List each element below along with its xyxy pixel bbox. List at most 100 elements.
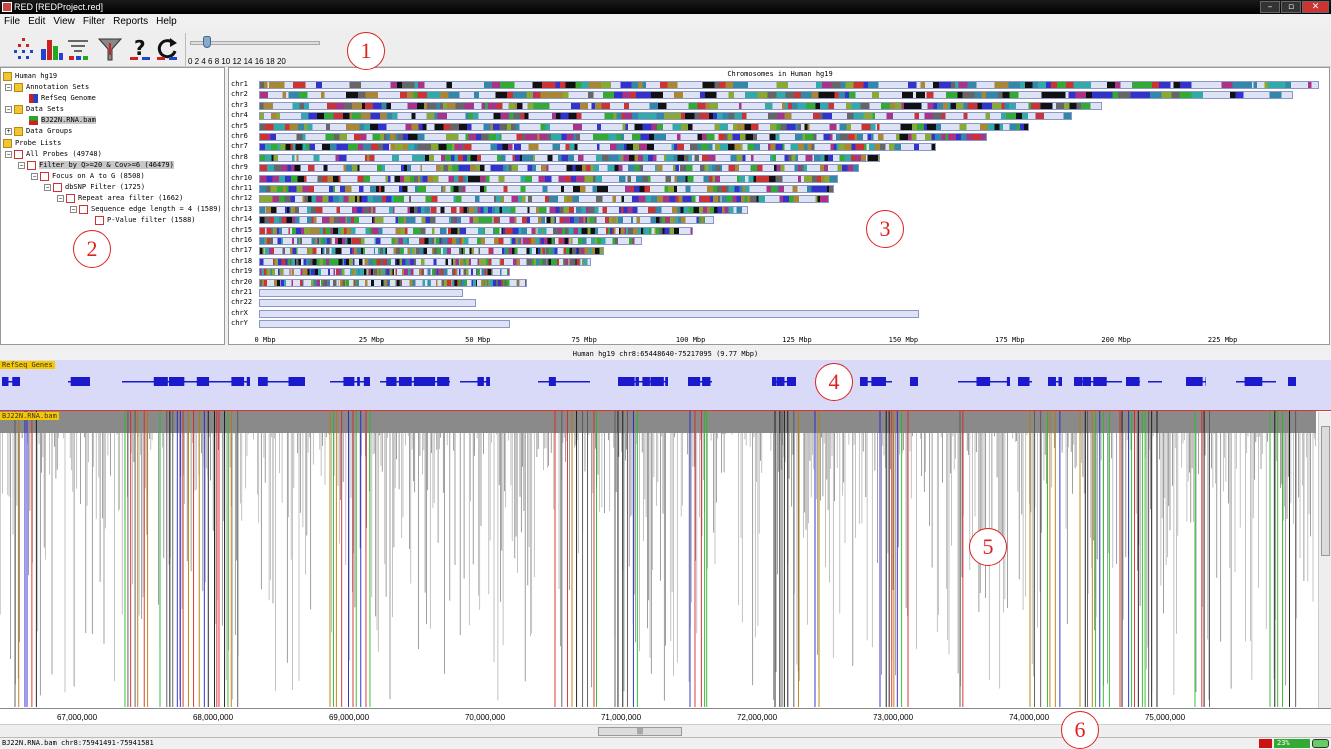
chromosome-bar[interactable] — [259, 122, 1030, 131]
gene-exon[interactable] — [357, 377, 360, 386]
gene-exon[interactable] — [1018, 377, 1030, 386]
gene-exon[interactable] — [288, 377, 305, 386]
tree-filter-pvalue[interactable]: P-Value filter (1588) — [95, 215, 196, 226]
gene-exon[interactable] — [413, 377, 436, 386]
slider-thumb[interactable] — [203, 36, 211, 48]
data-track[interactable]: BJ22N.RNA.bam — [0, 410, 1331, 708]
probe-generator-icon[interactable] — [10, 35, 38, 63]
gene-exon[interactable] — [860, 377, 868, 386]
chromosome-bar[interactable] — [259, 164, 860, 173]
gene-exon[interactable] — [1093, 377, 1107, 386]
tree-icon[interactable] — [64, 35, 92, 63]
gene-exon[interactable] — [618, 377, 635, 386]
vertical-scrollbar[interactable] — [1318, 412, 1331, 708]
tree-all-probes[interactable]: − All Probes (49748) — [5, 149, 102, 160]
gene-exon[interactable] — [665, 377, 668, 386]
gene-exon[interactable] — [258, 377, 268, 386]
gene-exon[interactable] — [1288, 377, 1296, 386]
tree-filter-dbsnp[interactable]: − dbSNP Filter (1725) — [44, 182, 145, 193]
menu-reports[interactable]: Reports — [109, 14, 152, 29]
close-button[interactable]: ✕ — [1302, 1, 1329, 13]
chromosome-bar[interactable] — [259, 133, 987, 141]
menu-file[interactable]: File — [0, 14, 24, 29]
gene-exon[interactable] — [1126, 377, 1140, 386]
gene-track[interactable]: RefSeq Genes — [0, 360, 1331, 410]
horizontal-scroll-thumb[interactable]: ||| — [598, 727, 682, 736]
chromosome-bar[interactable] — [259, 205, 749, 214]
collapse-icon[interactable]: − — [57, 194, 64, 202]
gene-exon[interactable] — [153, 377, 168, 386]
gene-exon[interactable] — [477, 377, 484, 386]
threshold-slider[interactable]: 0 2 4 6 8 10 12 14 16 18 20 — [185, 33, 325, 66]
chromosome-bar[interactable] — [259, 81, 1319, 89]
gene-exon[interactable] — [196, 377, 210, 386]
chromosome-view[interactable]: Chromosomes in Human hg19 chr1 chr2 chr3 ch… — [228, 67, 1330, 345]
gene-exon[interactable] — [910, 377, 918, 386]
gene-exon[interactable] — [2, 377, 9, 386]
maximize-button[interactable]: ▫ — [1281, 1, 1301, 13]
chromosome-bar[interactable] — [259, 226, 694, 235]
gene-exon[interactable] — [486, 377, 490, 386]
gene-exon[interactable] — [169, 377, 185, 386]
gene-exon[interactable] — [1048, 377, 1056, 386]
chromosome-bar[interactable] — [259, 299, 477, 308]
gene-exon[interactable] — [1006, 377, 1010, 386]
tree-dataset-bam[interactable]: BJ22N.RNA.bam — [29, 115, 96, 126]
gene-exon[interactable] — [12, 377, 20, 386]
chromosome-bar[interactable] — [259, 101, 1102, 110]
tree-data-groups[interactable]: + Data Groups — [5, 126, 72, 137]
gene-exon[interactable] — [635, 377, 639, 386]
tree-annotation-sets[interactable]: − Annotation Sets — [5, 82, 89, 93]
refresh-icon[interactable] — [153, 35, 181, 63]
chromosome-bar[interactable] — [259, 320, 511, 329]
gene-exon[interactable] — [702, 377, 711, 386]
gene-exon[interactable] — [1082, 377, 1092, 386]
tree-probe-lists[interactable]: Probe Lists — [3, 138, 61, 149]
gene-exon[interactable] — [343, 377, 355, 386]
chromosome-bar[interactable] — [259, 289, 464, 297]
gene-exon[interactable] — [437, 377, 450, 386]
chromosome-bar[interactable] — [259, 112, 1072, 121]
expand-icon[interactable]: + — [5, 127, 12, 135]
gene-exon[interactable] — [772, 377, 777, 386]
tree-filter-quality[interactable]: − Filter by Q>=20 & Cov>=6 (46479) — [18, 160, 174, 171]
gene-exon[interactable] — [231, 377, 245, 386]
gene-exon[interactable] — [1244, 377, 1263, 386]
chromosome-bar[interactable] — [259, 185, 834, 193]
collapse-icon[interactable]: − — [5, 83, 12, 91]
collapse-icon[interactable]: − — [44, 183, 51, 191]
chromosome-bar[interactable] — [259, 91, 1294, 100]
menu-view[interactable]: View — [49, 14, 79, 29]
gene-exon[interactable] — [398, 377, 412, 386]
tree-filter-a-to-g[interactable]: − Focus on A to G (8508) — [31, 171, 145, 182]
collapse-icon[interactable]: − — [18, 161, 25, 169]
tree-root[interactable]: Human hg19 — [3, 71, 57, 82]
chromosome-bar[interactable] — [259, 237, 643, 245]
gene-exon[interactable] — [650, 377, 664, 386]
chromosome-bar[interactable] — [259, 216, 715, 225]
histogram-icon[interactable] — [38, 35, 66, 63]
chromosome-bar[interactable] — [259, 257, 591, 266]
vertical-scroll-thumb[interactable] — [1321, 426, 1330, 556]
gene-exon[interactable] — [70, 377, 90, 386]
tree-filter-edge[interactable]: − Sequence edge length = 4 (1589) — [70, 204, 222, 215]
gene-exon[interactable] — [363, 377, 370, 386]
collapse-icon[interactable]: − — [31, 172, 38, 180]
gene-exon[interactable] — [1058, 377, 1062, 386]
filter-icon[interactable] — [96, 35, 124, 63]
chromosome-bar[interactable] — [259, 309, 919, 318]
horizontal-scrollbar[interactable]: ||| — [0, 724, 1331, 737]
gene-exon[interactable] — [786, 377, 796, 386]
chromosome-bar[interactable] — [259, 174, 838, 183]
chromosome-bar[interactable] — [259, 195, 830, 204]
gene-exon[interactable] — [776, 377, 785, 386]
menu-help[interactable]: Help — [152, 14, 181, 29]
gene-exon[interactable] — [871, 377, 886, 386]
chromosome-bar[interactable] — [259, 153, 881, 162]
tree-refseq-genome[interactable]: RefSeq Genome — [29, 93, 96, 104]
gene-exon[interactable] — [976, 377, 991, 386]
chromosome-bar[interactable] — [259, 268, 511, 277]
menu-edit[interactable]: Edit — [24, 14, 49, 29]
collapse-icon[interactable]: − — [5, 105, 12, 113]
gene-exon[interactable] — [246, 377, 250, 386]
